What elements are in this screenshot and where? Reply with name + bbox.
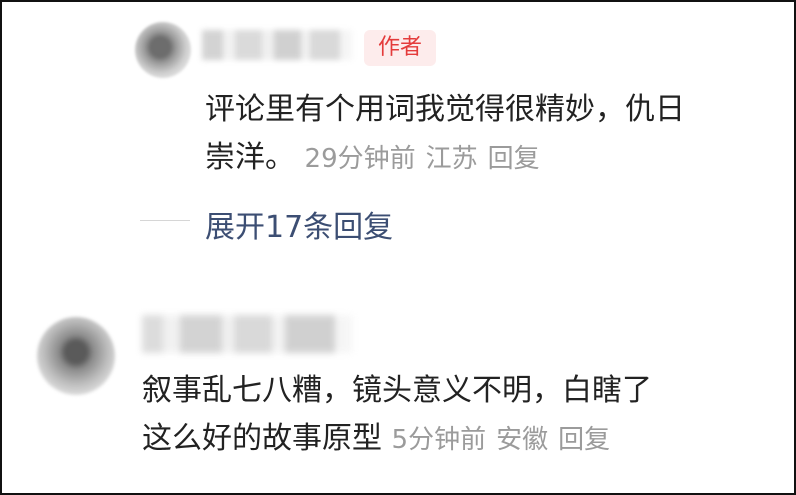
reply-body: 评论里有个用词我觉得很精妙，仇日 崇洋。 29分钟前 江苏 回复 bbox=[205, 86, 780, 183]
location: 江苏 bbox=[425, 144, 478, 174]
comment-body: 叙事乱七八糟，镜头意义不明，白瞎了 这么好的故事原型 5分钟前 安徽 回复 bbox=[142, 367, 772, 464]
author-badge: 作者 bbox=[364, 30, 436, 66]
comment-text-line: 叙事乱七八糟，镜头意义不明，白瞎了 bbox=[142, 373, 652, 408]
expand-replies-link[interactable]: 展开17条回复 bbox=[205, 202, 393, 246]
location: 安徽 bbox=[496, 425, 549, 455]
comment-panel: 作者 评论里有个用词我觉得很精妙，仇日 崇洋。 29分钟前 江苏 回复 展开17条回… bbox=[0, 0, 796, 495]
timestamp: 29分钟前 bbox=[304, 144, 416, 174]
reply-text-line-2-container: 崇洋。 29分钟前 江苏 回复 bbox=[205, 134, 780, 183]
reply-button[interactable]: 回复 bbox=[558, 425, 610, 455]
reply-text-line: 评论里有个用词我觉得很精妙，仇日 bbox=[205, 92, 685, 127]
reply-text-line: 崇洋。 bbox=[205, 140, 295, 175]
username-blurred[interactable] bbox=[142, 315, 352, 353]
reply-button[interactable]: 回复 bbox=[488, 144, 540, 174]
comment-meta: 5分钟前 安徽 回复 bbox=[392, 425, 621, 455]
avatar[interactable] bbox=[135, 22, 191, 78]
comment-text-line: 这么好的故事原型 bbox=[142, 421, 382, 456]
timestamp: 5分钟前 bbox=[391, 425, 487, 455]
avatar[interactable] bbox=[37, 317, 115, 395]
reply-meta: 29分钟前 江苏 回复 bbox=[305, 144, 550, 174]
username-blurred[interactable] bbox=[202, 30, 352, 60]
comment-text-line-2-container: 这么好的故事原型 5分钟前 安徽 回复 bbox=[142, 415, 772, 464]
expand-divider bbox=[140, 220, 190, 221]
